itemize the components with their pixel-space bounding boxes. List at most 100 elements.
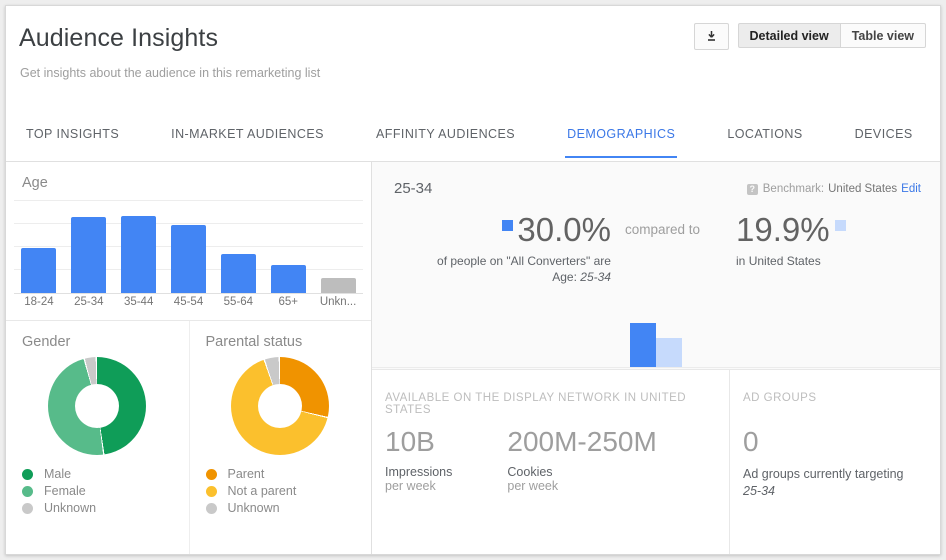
age-bar-slot: [14, 200, 64, 293]
age-axis-label: 18-24: [14, 296, 64, 308]
metric-value: 200M-250M: [507, 425, 656, 459]
primary-caption-prefix: Age:: [552, 270, 580, 284]
availability-metric: 10B Impressionsper week: [385, 425, 452, 493]
legend-label: Female: [44, 484, 86, 498]
parental-chart-panel: Parental status Parent Not a parent Unknow…: [189, 321, 372, 555]
detail-title: 25-34: [394, 180, 432, 197]
comparison-stats: 30.0% of people on "All Converters" are …: [372, 210, 940, 285]
gender-donut-wrap: [48, 357, 146, 455]
ad-groups-panel: AD GROUPS 0 Ad groups currently targetin…: [730, 370, 940, 555]
age-bar[interactable]: [121, 216, 156, 293]
availability-metric: 200M-250MCookiesper week: [507, 425, 656, 493]
age-bar-slot: [64, 200, 114, 293]
table-view-button[interactable]: Table view: [841, 23, 926, 48]
legend-label: Male: [44, 467, 71, 481]
age-axis-label: 45-54: [164, 296, 214, 308]
metric-value: 10B: [385, 425, 452, 459]
gender-chart-panel: Gender Male Female Unknown: [6, 321, 189, 555]
age-axis-labels: 18-2425-3435-4445-5455-6465+Unkn...: [14, 296, 363, 308]
legend-item[interactable]: Female: [22, 484, 96, 498]
page-subtitle: Get insights about the audience in this …: [20, 66, 320, 80]
tab-locations[interactable]: LOCATIONS: [727, 111, 802, 141]
age-axis-label: Unkn...: [313, 296, 363, 308]
legend-item[interactable]: Unknown: [22, 501, 96, 515]
page-header: Audience Insights Get insights about the…: [6, 6, 940, 111]
legend-label: Unknown: [44, 501, 96, 515]
gender-legend: Male Female Unknown: [22, 467, 96, 518]
age-bar[interactable]: [21, 248, 56, 293]
benchmark-edit-link[interactable]: Edit: [901, 183, 921, 195]
legend-item[interactable]: Male: [22, 467, 96, 481]
primary-caption-line2: Age: 25-34: [396, 269, 611, 285]
legend-color-dot: [206, 469, 217, 480]
right-column: 25-34 ? Benchmark: United States Edit 30…: [372, 162, 940, 555]
tab-in-market-audiences[interactable]: IN-MARKET AUDIENCES: [171, 111, 324, 141]
age-bar[interactable]: [71, 217, 106, 293]
legend-label: Parent: [228, 467, 265, 481]
ad-groups-section-label: AD GROUPS: [743, 392, 817, 404]
donut-hole: [258, 384, 302, 428]
legend-color-dot: [206, 503, 217, 514]
legend-item[interactable]: Parent: [206, 467, 297, 481]
age-chart-plot: [14, 200, 363, 294]
primary-caption-segment: 25-34: [580, 270, 611, 284]
benchmark-label: Benchmark:: [763, 183, 824, 195]
parental-donut-wrap: [231, 357, 329, 455]
ad-groups-description: Ad groups currently targeting25-34: [743, 466, 938, 500]
tab-affinity-audiences[interactable]: AFFINITY AUDIENCES: [376, 111, 515, 141]
legend-label: Not a parent: [228, 484, 297, 498]
donut-row: Gender Male Female Unknown Parental status…: [6, 321, 371, 555]
legend-item[interactable]: Unknown: [206, 501, 297, 515]
metric-name: Impressions: [385, 465, 452, 479]
availability-section-label: AVAILABLE ON THE DISPLAY NETWORK IN UNIT…: [385, 392, 729, 416]
age-axis-label: 25-34: [64, 296, 114, 308]
comparison-bar-chart: [372, 307, 940, 368]
age-bar[interactable]: [321, 278, 356, 293]
page-title: Audience Insights: [19, 24, 218, 53]
help-icon[interactable]: ?: [747, 184, 758, 195]
age-bar-slot: [213, 200, 263, 293]
metric-sublabel: per week: [385, 479, 452, 493]
legend-color-dot: [22, 486, 33, 497]
detailed-view-button[interactable]: Detailed view: [738, 23, 841, 48]
benchmark-stat-caption: in United States: [736, 253, 916, 269]
ad-groups-count: 0: [743, 425, 759, 459]
primary-stat-caption: of people on "All Converters" are Age: 2…: [396, 253, 611, 285]
gender-chart-title: Gender: [22, 334, 70, 350]
axis-baseline: [14, 293, 363, 294]
availability-metrics: 10BImpressionsper week200M-250MCookiespe…: [385, 425, 712, 493]
legend-item[interactable]: Not a parent: [206, 484, 297, 498]
age-bar-slot: [263, 200, 313, 293]
ad-groups-description-text: Ad groups currently targeting: [743, 467, 904, 481]
benchmark-stat-value-row: 19.9%: [736, 210, 916, 250]
compare-text: compared to: [611, 210, 714, 237]
age-chart-panel: Age 18-2425-3435-4445-5455-6465+Unkn...: [6, 162, 371, 321]
tab-demographics[interactable]: DEMOGRAPHICS: [567, 111, 675, 141]
audience-insights-card: Audience Insights Get insights about the…: [5, 5, 941, 555]
benchmark-row: ? Benchmark: United States Edit: [747, 183, 921, 195]
tab-devices[interactable]: DEVICES: [855, 111, 913, 141]
download-button[interactable]: [694, 23, 729, 50]
age-chart-title: Age: [22, 175, 48, 191]
parental-chart-title: Parental status: [206, 334, 303, 350]
tab-top-insights[interactable]: TOP INSIGHTS: [26, 111, 119, 141]
age-bar[interactable]: [171, 225, 206, 293]
age-bar[interactable]: [271, 265, 306, 293]
comparison-bar-benchmark: [656, 338, 682, 367]
parental-legend: Parent Not a parent Unknown: [206, 467, 297, 518]
detail-panel: 25-34 ? Benchmark: United States Edit 30…: [372, 162, 940, 370]
detail-bottom: AVAILABLE ON THE DISPLAY NETWORK IN UNIT…: [372, 370, 940, 555]
comparison-bar-primary: [630, 323, 656, 367]
age-axis-label: 35-44: [114, 296, 164, 308]
primary-stat-value-row: 30.0%: [396, 210, 611, 250]
age-bar[interactable]: [221, 254, 256, 293]
tab-bar: TOP INSIGHTS IN-MARKET AUDIENCES AFFINIT…: [6, 111, 940, 162]
legend-color-dot: [206, 486, 217, 497]
primary-stat-block: 30.0% of people on "All Converters" are …: [396, 210, 611, 285]
metric-sublabel: per week: [507, 479, 656, 493]
age-axis-label: 55-64: [213, 296, 263, 308]
benchmark-series-swatch: [835, 220, 846, 231]
content-body: Age 18-2425-3435-4445-5455-6465+Unkn... …: [6, 162, 940, 555]
benchmark-stat-block: 19.9% in United States: [714, 210, 916, 269]
primary-caption-line1: of people on "All Converters" are: [396, 253, 611, 269]
